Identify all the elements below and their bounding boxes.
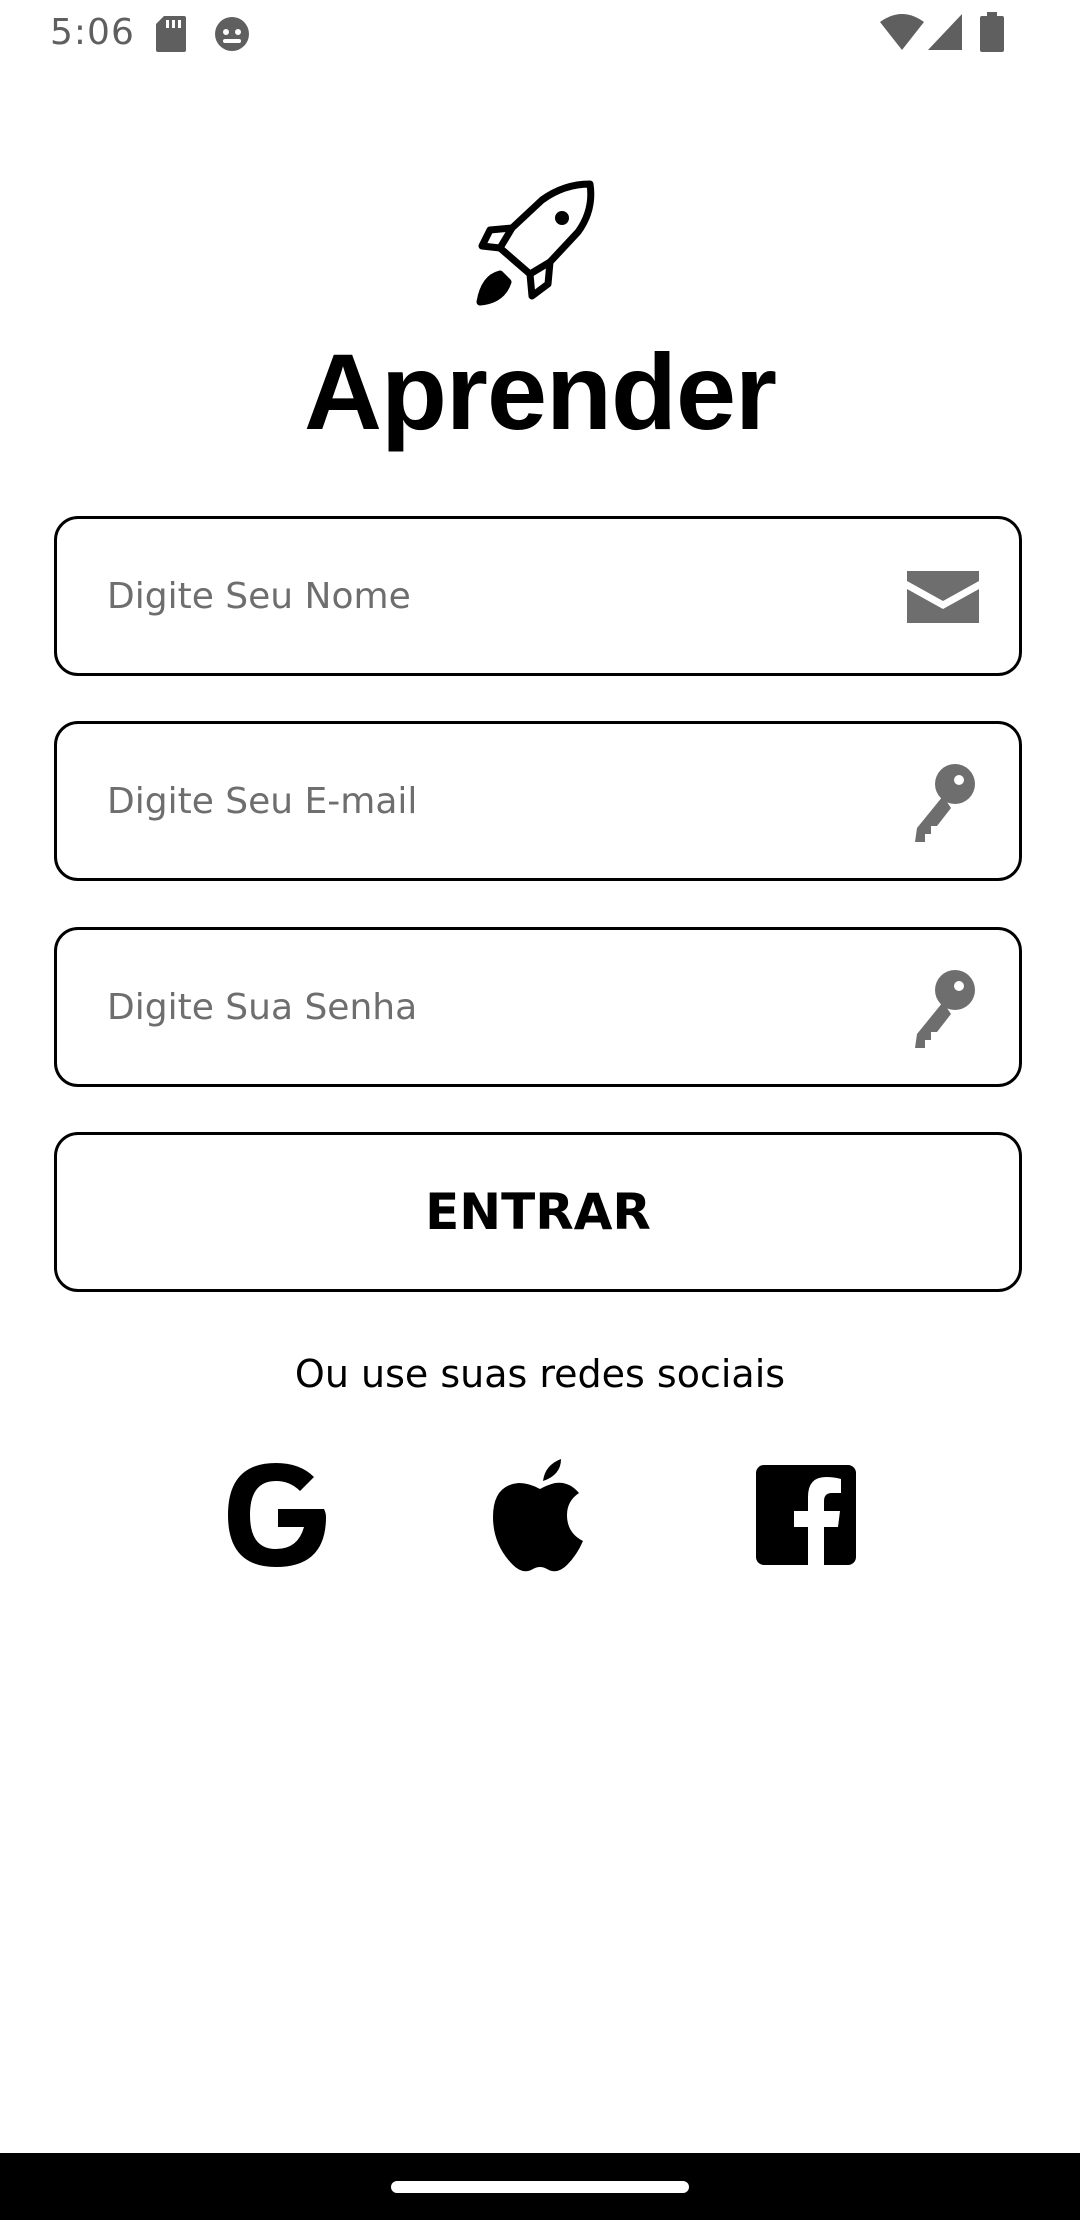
wifi-icon: [880, 14, 924, 50]
key-icon: [915, 764, 975, 842]
navigation-bar: [0, 2153, 1080, 2220]
name-input[interactable]: [107, 519, 887, 673]
envelope-icon: [907, 571, 979, 623]
status-time: 5:06: [50, 12, 135, 53]
password-field[interactable]: [54, 927, 1022, 1087]
social-login-prompt: Ou use suas redes sociais: [294, 1352, 786, 1396]
login-screen: 5:06 Aprender Digite Seu Nome Digite Seu…: [0, 0, 1080, 2220]
rocket-icon: [476, 180, 595, 306]
battery-icon: [980, 12, 1004, 52]
status-bar: 5:06: [0, 0, 1080, 68]
facebook-icon[interactable]: [750, 1455, 860, 1575]
apple-icon[interactable]: [485, 1455, 595, 1575]
google-icon[interactable]: [220, 1455, 330, 1575]
sd-card-icon: [156, 16, 186, 52]
app-title: Aprender: [303, 331, 777, 452]
name-field[interactable]: [54, 516, 1022, 676]
home-gesture-handle[interactable]: [391, 2181, 689, 2193]
enter-button[interactable]: ENTRAR: [54, 1132, 1022, 1292]
email-field[interactable]: [54, 721, 1022, 881]
signal-icon: [928, 14, 962, 50]
password-input[interactable]: [107, 930, 887, 1084]
android-debug-icon: [215, 17, 249, 51]
email-input[interactable]: [107, 724, 887, 878]
key-icon: [915, 970, 975, 1048]
